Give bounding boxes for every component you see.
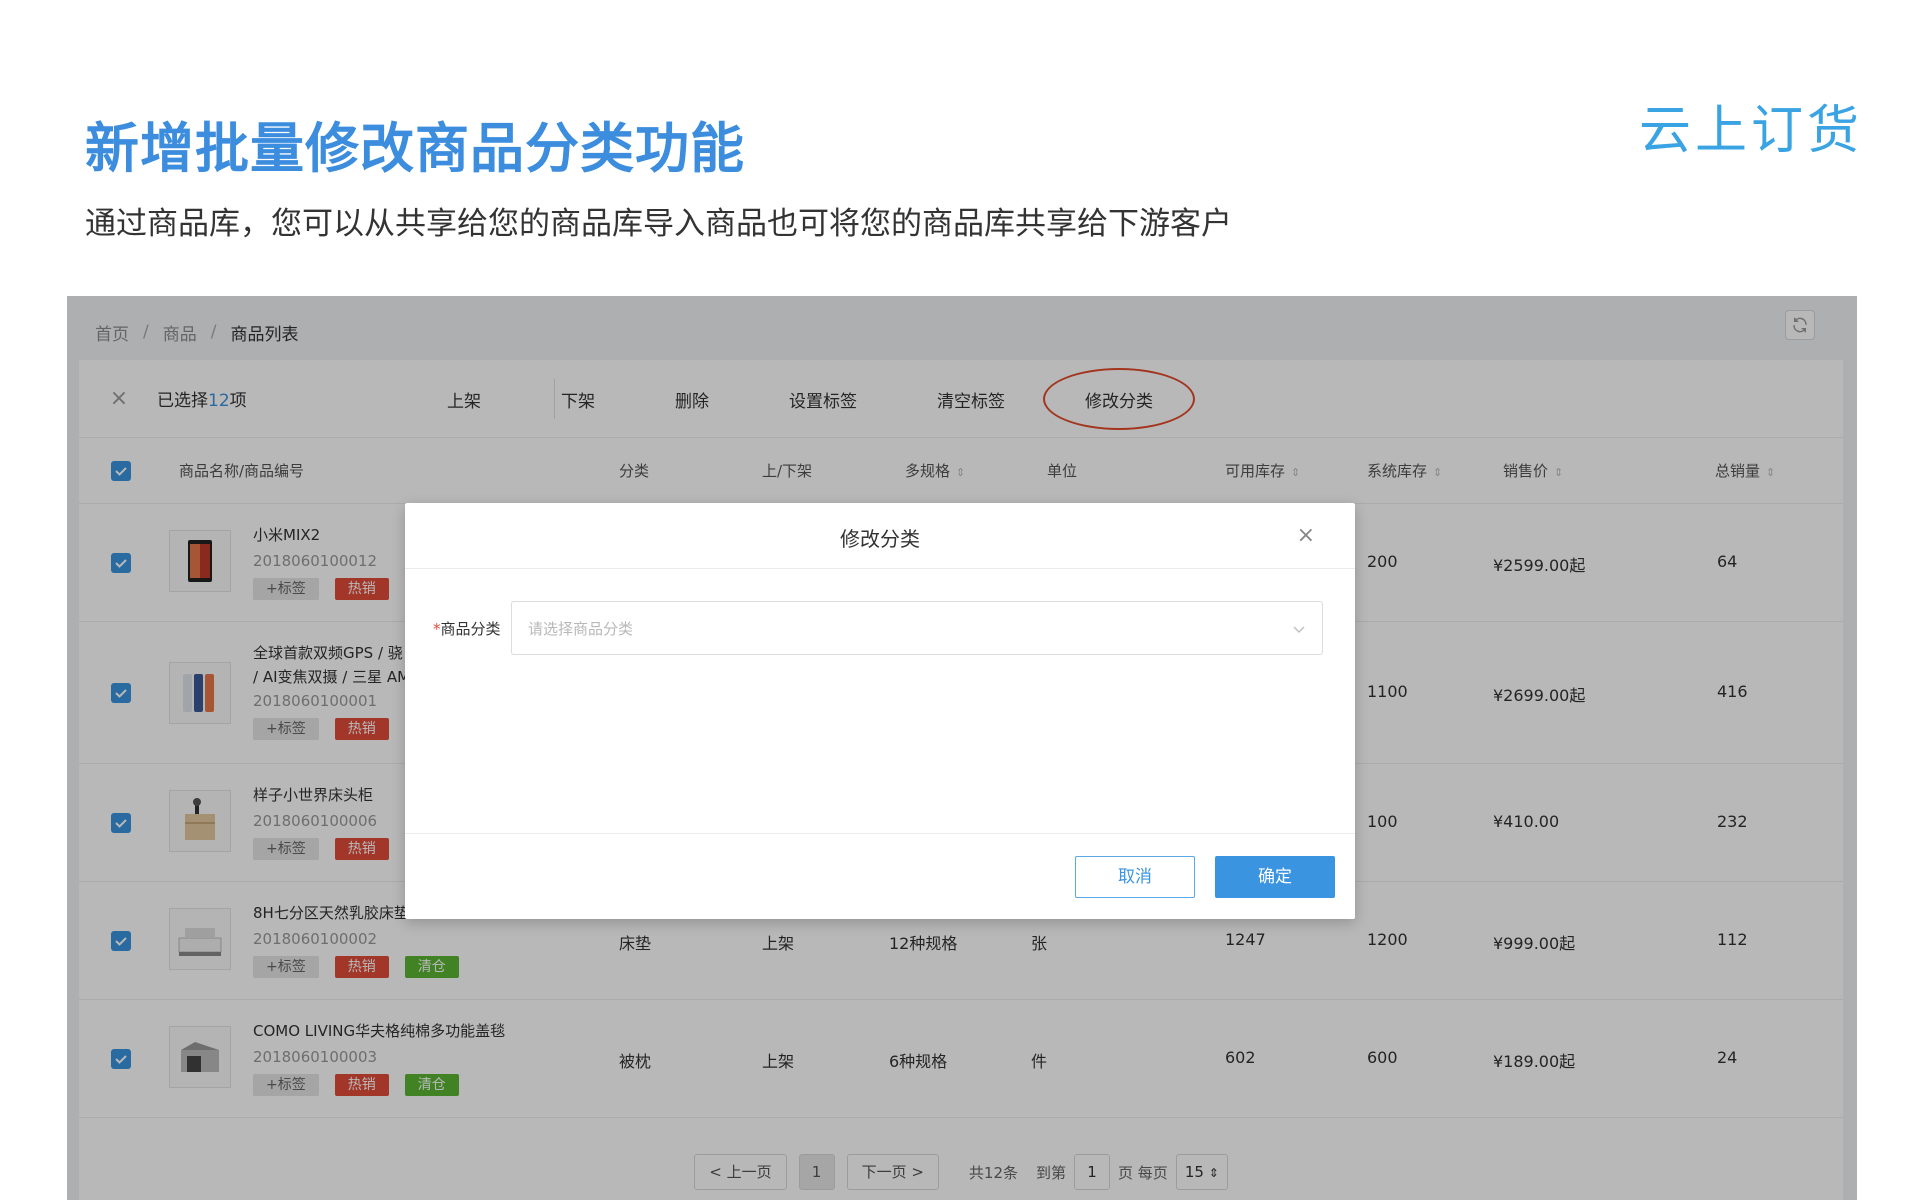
close-icon[interactable]: × — [1297, 523, 1315, 549]
page-subhead: 通过商品库，您可以从共享给您的商品库导入商品也可将您的商品库共享给下游客户 — [85, 206, 1232, 242]
required-mark: * — [433, 619, 441, 638]
cancel-button[interactable]: 取消 — [1075, 856, 1195, 898]
confirm-button[interactable]: 确定 — [1215, 856, 1335, 898]
category-select[interactable]: 请选择商品分类 — [511, 601, 1323, 655]
category-select-placeholder: 请选择商品分类 — [528, 619, 634, 638]
modify-category-dialog: 修改分类 × *商品分类 请选择商品分类 取消 确定 — [405, 503, 1355, 919]
dialog-title: 修改分类 — [840, 527, 920, 551]
dialog-footer: 取消 确定 — [405, 833, 1355, 919]
category-field-label: *商品分类 — [433, 618, 511, 639]
dialog-header: 修改分类 × — [405, 503, 1355, 569]
chevron-down-icon — [1293, 626, 1305, 634]
category-form-row: *商品分类 请选择商品分类 — [433, 601, 1323, 655]
brand-logo: 云上订货 — [1638, 101, 1863, 161]
slide: 新增批量修改商品分类功能 通过商品库，您可以从共享给您的商品库导入商品也可将您的… — [0, 0, 1920, 1200]
page-headline: 新增批量修改商品分类功能 — [85, 117, 745, 180]
category-label-text: 商品分类 — [440, 619, 501, 638]
